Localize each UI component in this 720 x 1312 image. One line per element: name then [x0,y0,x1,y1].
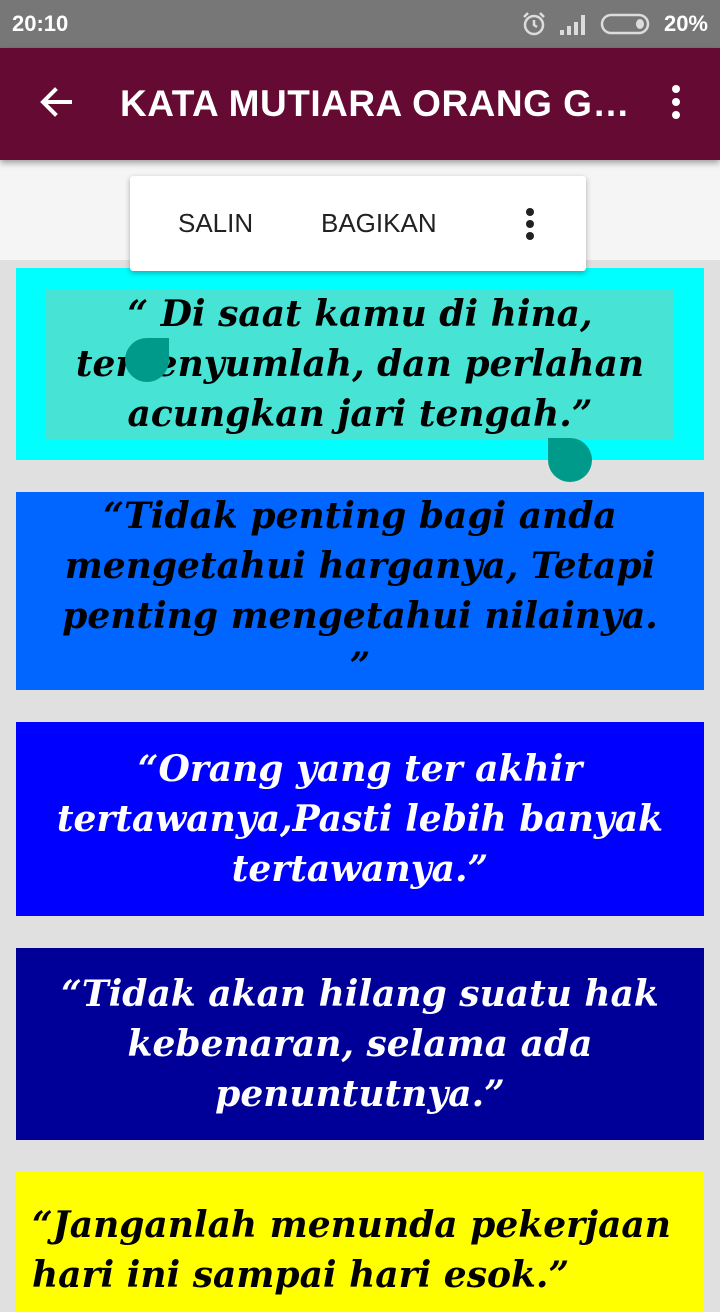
status-icons: 20% [520,10,708,38]
quote-card[interactable]: “Tidak penting bagi anda mengetahui harg… [16,492,704,690]
app-bar: KATA MUTIARA ORANG GILA [0,48,720,160]
quote-text: “Tidak penting bagi anda mengetahui harg… [62,495,658,687]
more-vert-icon [671,84,681,125]
selection-handle-start[interactable] [125,338,169,382]
more-vert-icon [526,207,534,240]
selection-more-button[interactable] [518,204,542,244]
alarm-icon [520,10,548,38]
copy-button[interactable]: SALIN [178,208,253,239]
signal-icon [558,12,590,36]
overflow-menu-button[interactable] [632,48,720,160]
status-bar: 20:10 20% [0,0,720,48]
back-button[interactable] [0,48,112,160]
battery-icon [600,12,654,36]
battery-percent: 20% [663,11,708,36]
quote-card[interactable]: “Janganlah menunda pekerjaan hari ini sa… [16,1172,704,1312]
quote-text: “Tidak akan hilang suatu hak kebenaran, … [61,973,659,1115]
quote-card[interactable]: “ Di saat kamu di hina, tersenyumlah, da… [16,268,704,460]
share-button[interactable]: BAGIKAN [321,208,437,239]
page-title: KATA MUTIARA ORANG GILA [120,83,632,124]
quote-card[interactable]: “Orang yang ter akhir tertawanya,Pasti l… [16,722,704,916]
quote-text: “Janganlah menunda pekerjaan hari ini sa… [32,1204,671,1296]
status-time: 20:10 [12,11,69,36]
text-selection-menu: SALIN BAGIKAN [130,176,586,271]
selection-handle-end[interactable] [548,438,592,482]
arrow-left-icon [38,84,74,125]
quote-text: “Orang yang ter akhir tertawanya,Pasti l… [56,748,664,890]
quote-card[interactable]: “Tidak akan hilang suatu hak kebenaran, … [16,948,704,1140]
